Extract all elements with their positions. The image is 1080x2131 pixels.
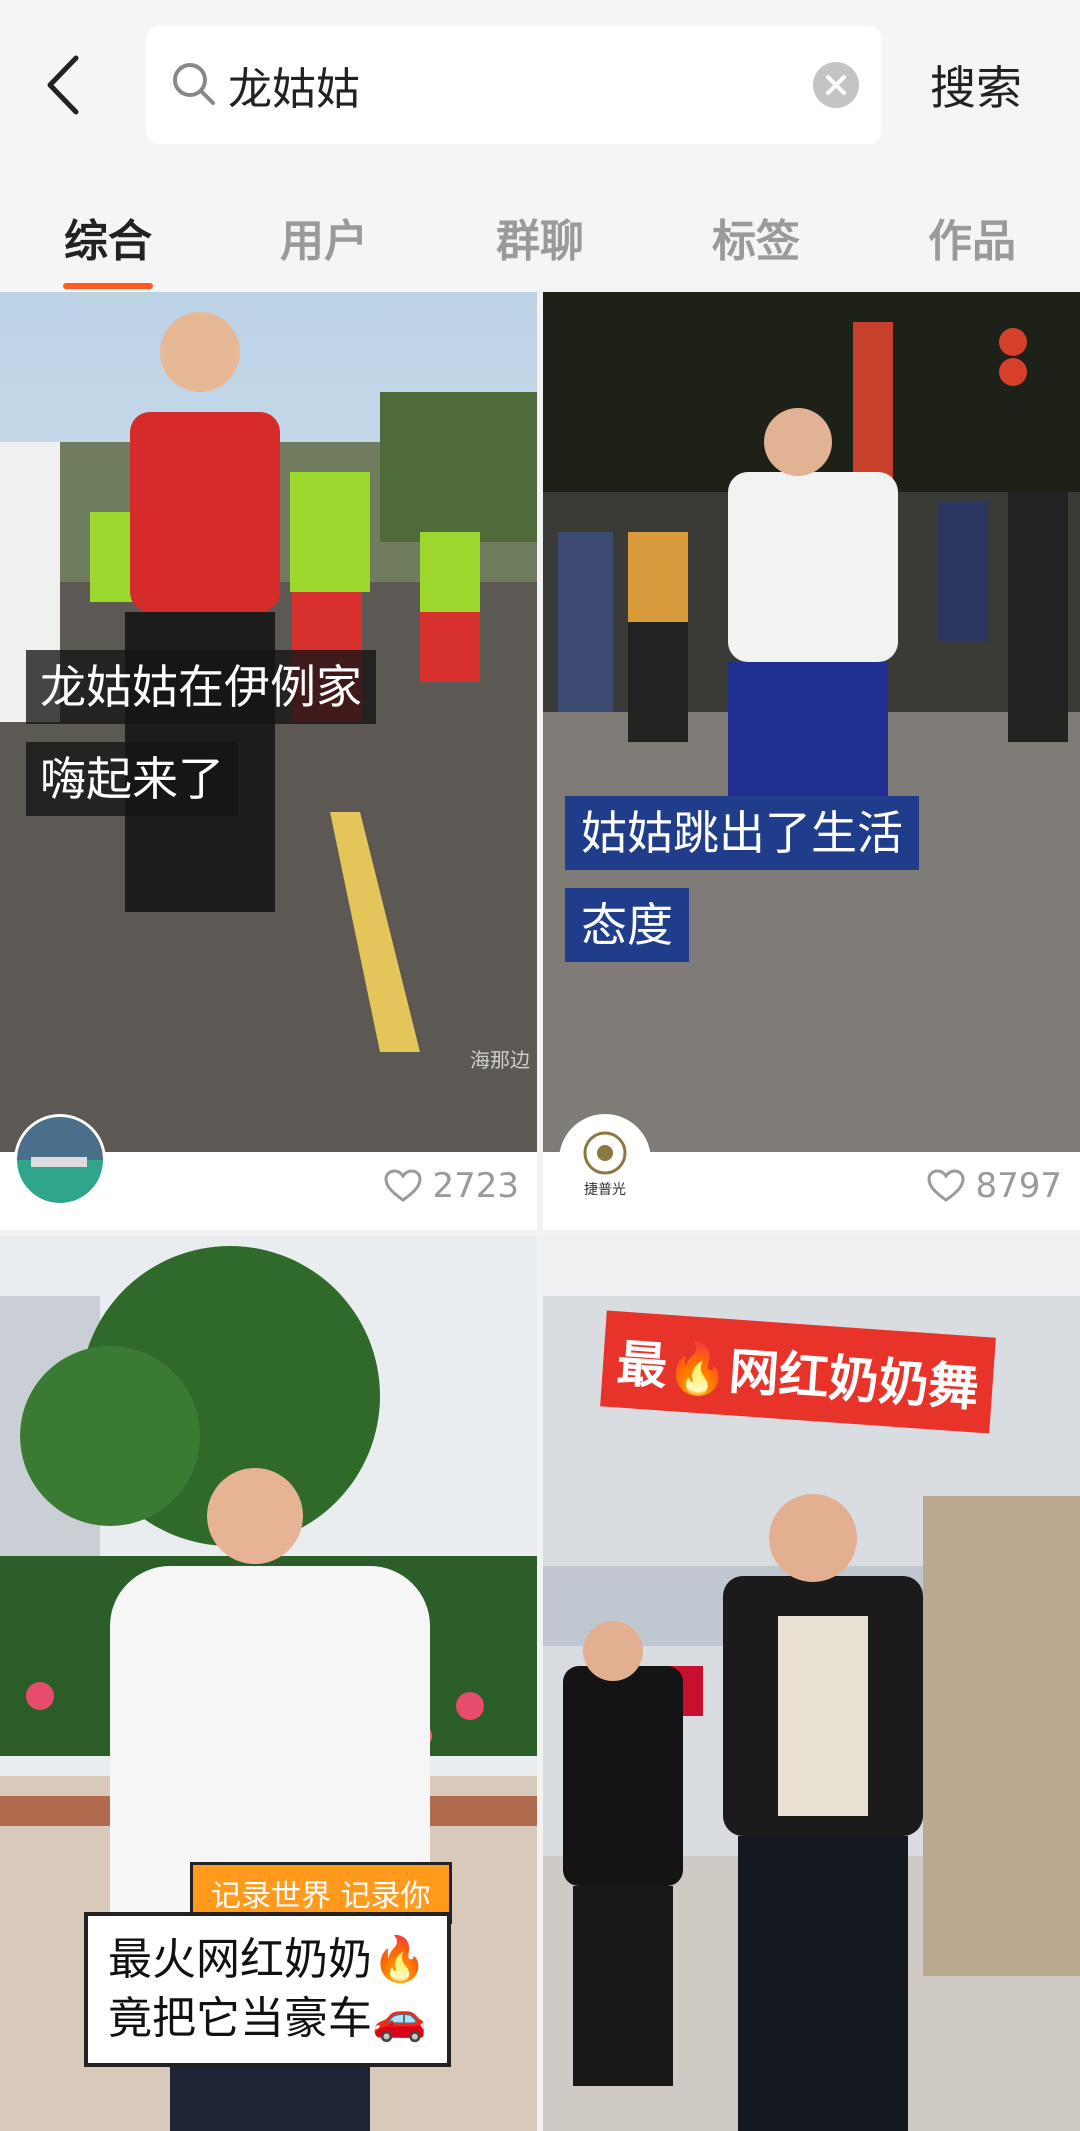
- result-tabs: 综合 用户 群聊 标签 作品: [0, 165, 1080, 290]
- like-count-value: 2723: [432, 1166, 519, 1206]
- search-input[interactable]: [228, 52, 788, 118]
- tab-tags[interactable]: 标签: [696, 205, 816, 269]
- avatar[interactable]: [14, 1114, 106, 1206]
- video-thumbnail[interactable]: [543, 292, 1080, 1152]
- active-tab-indicator: [63, 283, 153, 289]
- caption-box: 最火网红奶奶🔥 竟把它当豪车🚗: [84, 1912, 451, 2067]
- video-caption-line: 嗨起来了: [26, 742, 238, 817]
- tab-comprehensive[interactable]: 综合: [48, 205, 168, 269]
- tab-users[interactable]: 用户: [264, 205, 384, 269]
- like-count-value: 8797: [975, 1166, 1062, 1206]
- video-caption-line: 态度: [565, 888, 689, 963]
- watermark: 海那边: [470, 1048, 530, 1072]
- clear-search-button[interactable]: [813, 62, 859, 108]
- search-header: 搜索: [0, 0, 1080, 165]
- avatar-label: 捷普光: [584, 1182, 626, 1198]
- video-caption-line: 竟把它当豪车🚗: [108, 1993, 427, 2045]
- search-button[interactable]: 搜索: [930, 52, 1022, 118]
- search-box[interactable]: [146, 26, 881, 144]
- tab-group-chats[interactable]: 群聊: [480, 205, 600, 269]
- video-card[interactable]: 龙姑姑在伊例家 嗨起来了 海那边 2723: [0, 292, 537, 1230]
- video-caption-line: 姑姑跳出了生活: [565, 796, 919, 871]
- video-card[interactable]: 姑姑跳出了生活 态度 8797 捷普光: [543, 292, 1080, 1230]
- like-count[interactable]: 2723: [384, 1166, 519, 1206]
- video-caption-line: 最火网红奶奶🔥: [108, 1934, 427, 1985]
- search-icon: [170, 60, 218, 108]
- heart-icon: [384, 1169, 422, 1202]
- avatar[interactable]: 捷普光: [559, 1114, 651, 1206]
- video-caption-line: 龙姑姑在伊例家: [26, 650, 376, 725]
- close-icon: [826, 75, 846, 95]
- like-count[interactable]: 8797: [927, 1166, 1062, 1206]
- video-card[interactable]: 记录世界 记录你 最火网红奶奶🔥 竟把它当豪车🚗: [0, 1236, 537, 2131]
- video-card[interactable]: 最🔥网红奶奶舞: [543, 1236, 1080, 2131]
- back-icon[interactable]: [40, 50, 90, 120]
- tab-works[interactable]: 作品: [912, 205, 1032, 269]
- heart-icon: [927, 1169, 965, 1202]
